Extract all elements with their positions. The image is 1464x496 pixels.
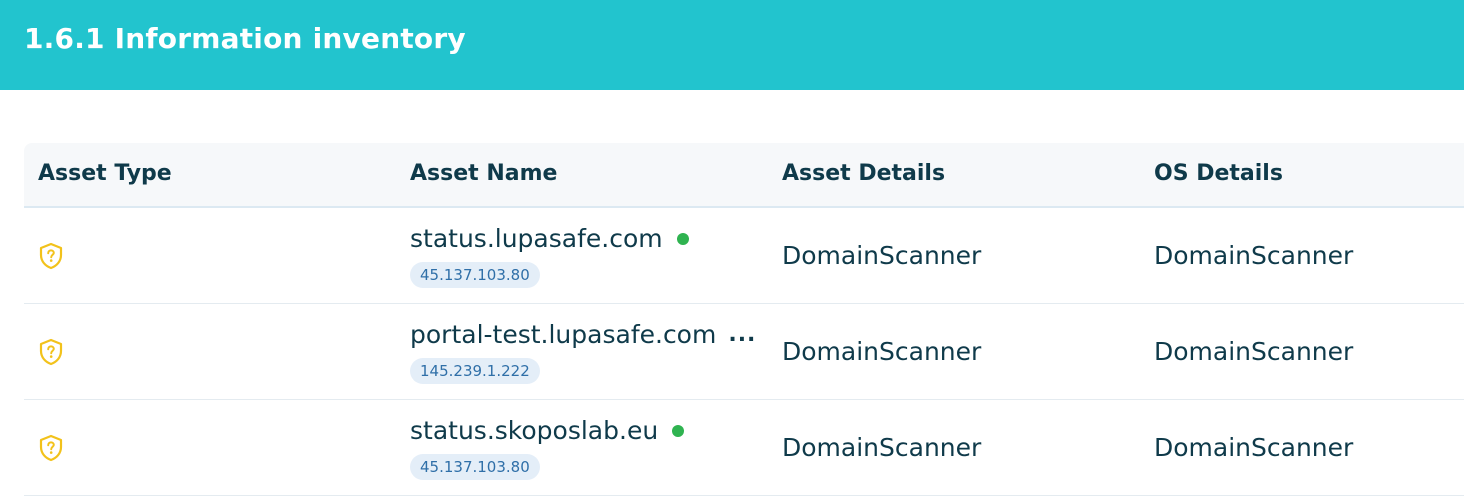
column-header-asset-details[interactable]: Asset Details: [782, 161, 945, 186]
os-details-cell: DomainScanner: [1154, 433, 1354, 462]
os-details-cell: DomainScanner: [1154, 337, 1354, 366]
column-header-asset-type[interactable]: Asset Type: [38, 161, 172, 186]
table-row[interactable]: status.skoposlab.eu 45.137.103.80 Domain…: [24, 400, 1464, 496]
asset-name-cell[interactable]: portal-test.lupasafe.com ...: [410, 320, 780, 349]
asset-table: Asset Type Asset Name Asset Details OS D…: [24, 143, 1464, 496]
asset-name-link[interactable]: portal-test.lupasafe.com: [410, 320, 716, 349]
ip-badge: 145.239.1.222: [410, 358, 540, 384]
asset-details-cell: DomainScanner: [782, 337, 982, 366]
asset-name-link[interactable]: status.lupasafe.com: [410, 224, 663, 253]
asset-details-cell: DomainScanner: [782, 433, 982, 462]
status-online-indicator: [672, 424, 685, 437]
status-online-indicator: [676, 232, 689, 245]
more-ellipsis[interactable]: ...: [728, 322, 756, 347]
shield-question-icon: [39, 338, 63, 366]
asset-details-cell: DomainScanner: [782, 241, 982, 270]
column-header-os-details[interactable]: OS Details: [1154, 161, 1283, 186]
asset-name-cell[interactable]: status.lupasafe.com: [410, 224, 780, 253]
column-header-asset-name[interactable]: Asset Name: [410, 161, 557, 186]
asset-name-cell[interactable]: status.skoposlab.eu: [410, 416, 780, 445]
table-row[interactable]: portal-test.lupasafe.com ... 145.239.1.2…: [24, 304, 1464, 400]
table-row[interactable]: status.lupasafe.com 45.137.103.80 Domain…: [24, 208, 1464, 304]
table-header: Asset Type Asset Name Asset Details OS D…: [24, 143, 1464, 208]
page-header: 1.6.1 Information inventory: [0, 0, 1464, 90]
ip-badge: 45.137.103.80: [410, 454, 540, 480]
shield-question-icon: [39, 242, 63, 270]
asset-name-link[interactable]: status.skoposlab.eu: [410, 416, 658, 445]
page-title: 1.6.1 Information inventory: [24, 22, 466, 55]
shield-question-icon: [39, 434, 63, 462]
os-details-cell: DomainScanner: [1154, 241, 1354, 270]
ip-badge: 45.137.103.80: [410, 262, 540, 288]
